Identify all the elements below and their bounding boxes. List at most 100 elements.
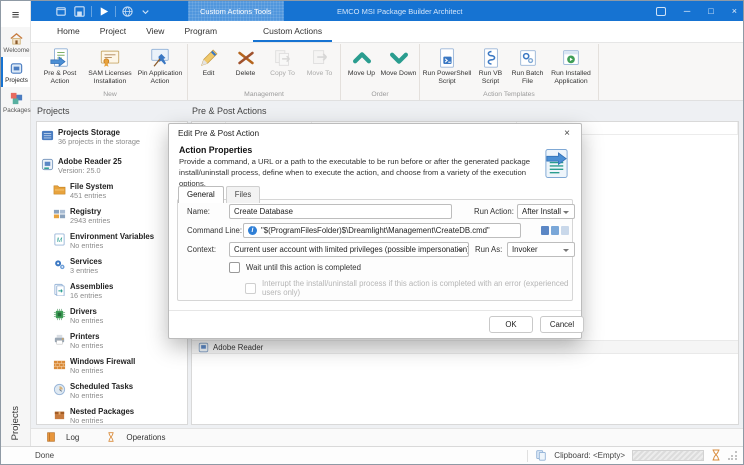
ok-button[interactable]: OK (489, 316, 533, 333)
activity-footer: Projects (1, 406, 30, 440)
tree-item-environment-variables[interactable]: MEnvironment VariablesNo entries (51, 229, 185, 254)
sam-licenses-installation-button[interactable]: SAM Licenses Installation (85, 44, 135, 86)
storage-icon (41, 128, 54, 147)
run-vb-icon (480, 46, 502, 70)
run-action-select[interactable]: After Install (517, 204, 575, 219)
status-separator (527, 450, 528, 462)
sidebar-item-packages[interactable]: Packages (1, 87, 30, 117)
tree-item-assemblies[interactable]: Assemblies16 entries (51, 279, 185, 304)
tree-item-adobe-reader-25[interactable]: Adobe Reader 25Version: 25.0 (39, 154, 185, 179)
ribbon-options-icon[interactable] (656, 7, 666, 16)
pin-application-action-button[interactable]: Pin Application Action (135, 44, 185, 86)
name-input[interactable]: Create Database (229, 204, 452, 219)
interrupt-checkbox (245, 283, 256, 294)
ribbon-group-action-templates: Run PowerShell ScriptRun VB ScriptRun Ba… (420, 44, 599, 100)
interrupt-checkbox-row: Interrupt the install/uninstall process … (245, 279, 581, 297)
printers-icon (53, 332, 66, 351)
resize-grip[interactable] (728, 451, 737, 460)
move-down-button[interactable]: Move Down (380, 44, 417, 78)
tree-item-nested-packages[interactable]: Nested PackagesNo entries (51, 404, 185, 425)
run-batch-file-button[interactable]: Run Batch File (509, 44, 546, 86)
qat-separator (115, 6, 116, 17)
ribbon-group-buttons: Pre & Post ActionSAM Licenses Installati… (35, 44, 185, 91)
project-icon (41, 157, 54, 176)
close-button[interactable]: × (732, 6, 737, 16)
command-line-value: "$(ProgramFilesFolder)$\Dreamlight\Manag… (261, 226, 490, 235)
run-installed-application-button[interactable]: Run Installed Application (546, 44, 596, 86)
menu-hamburger-icon[interactable]: ≡ (1, 1, 30, 27)
tree-item-label: Assemblies (70, 282, 113, 291)
qat-customize-icon[interactable] (139, 5, 152, 18)
move-up-button[interactable]: Move Up (343, 44, 380, 78)
tree-item-detail: No entries (70, 341, 103, 350)
run-powershell-script-button[interactable]: Run PowerShell Script (422, 44, 472, 86)
sidebar-item-welcome[interactable]: Welcome (1, 27, 30, 57)
wait-checkbox[interactable] (229, 262, 240, 273)
move-down-icon (388, 46, 410, 70)
edit-pre-post-action-dialog: Edit Pre & Post Action × Action Properti… (168, 123, 582, 339)
run-installed-icon (560, 46, 582, 70)
tab-program[interactable]: Program (174, 21, 227, 42)
run-as-select[interactable]: Invoker (507, 242, 575, 257)
command-line-input[interactable]: i "$(ProgramFilesFolder)$\Dreamlight\Man… (243, 223, 521, 238)
browse-file-icon[interactable] (551, 226, 559, 235)
run-icon[interactable] (97, 5, 110, 18)
adobe-reader-icon (198, 342, 209, 353)
assemblies-icon (53, 282, 66, 301)
maximize-button[interactable]: □ (708, 6, 713, 16)
sidebar-item-projects[interactable]: Projects (1, 57, 30, 87)
windows-firewall-icon (53, 357, 66, 376)
contextual-tab-header: Custom Actions Tools (188, 1, 284, 21)
tree-item-text: File System451 entries (70, 182, 113, 200)
cancel-button[interactable]: Cancel (540, 316, 584, 333)
run-vb-script-button[interactable]: Run VB Script (472, 44, 509, 86)
tree-item-detail: 16 entries (70, 291, 113, 300)
tab-view[interactable]: View (136, 21, 174, 42)
minimize-button[interactable]: ─ (684, 6, 690, 16)
interrupt-checkbox-label: Interrupt the install/uninstall process … (262, 279, 581, 297)
tree-item-projects-storage[interactable]: Projects Storage36 projects in the stora… (39, 125, 185, 150)
ribbon-group-buttons: EditDeleteCopy ToMove To (190, 44, 338, 91)
dialog-tab-general[interactable]: General (178, 186, 224, 203)
new-package-icon[interactable] (55, 5, 68, 18)
dialog-close-icon[interactable]: × (562, 128, 572, 139)
save-package-icon[interactable] (73, 5, 86, 18)
actions-group-row[interactable]: Adobe Reader (192, 340, 738, 354)
dialog-description: Provide a command, a URL or a path to th… (179, 157, 547, 189)
ribbon-button-label: Move Up (348, 70, 375, 78)
tree-item-windows-firewall[interactable]: Windows FirewallNo entries (51, 354, 185, 379)
dialog-title-bar[interactable]: Edit Pre & Post Action × (169, 124, 581, 142)
ribbon-tab-strip: HomeProjectViewProgram Custom Actions (31, 21, 743, 43)
welcome-icon (3, 31, 30, 46)
ribbon: Pre & Post ActionSAM Licenses Installati… (31, 43, 743, 101)
tree-item-services[interactable]: Services3 entries (51, 254, 185, 279)
drivers-icon (53, 307, 66, 326)
info-icon: i (248, 226, 257, 235)
tree-item-scheduled-tasks[interactable]: Scheduled TasksNo entries (51, 379, 185, 404)
tree-item-label: Environment Variables (70, 232, 154, 241)
tree-item-detail: No entries (70, 416, 134, 425)
pre-post-action-button[interactable]: Pre & Post Action (35, 44, 85, 86)
tree-item-drivers[interactable]: DriversNo entries (51, 304, 185, 329)
tree-item-registry[interactable]: Registry2943 entries (51, 204, 185, 229)
dialog-tab-files[interactable]: Files (226, 186, 260, 203)
tree-item-text: Services3 entries (70, 257, 102, 275)
tab-custom-actions[interactable]: Custom Actions (253, 21, 332, 42)
delete-button[interactable]: Delete (227, 44, 264, 78)
tree-item-file-system[interactable]: File System451 entries (51, 179, 185, 204)
edit-button[interactable]: Edit (190, 44, 227, 78)
move-up-icon (351, 46, 373, 70)
insert-variable-icon[interactable] (541, 226, 549, 235)
bottom-tab-log[interactable]: Log (45, 431, 79, 445)
open-editor-icon[interactable] (561, 226, 569, 235)
title-bar: Custom Actions Tools EMCO MSI Package Bu… (31, 1, 743, 21)
run-batch-icon (517, 46, 539, 70)
ribbon-group-buttons: Move Up Move Down (343, 44, 417, 91)
tab-home[interactable]: Home (47, 21, 90, 42)
tab-project[interactable]: Project (90, 21, 136, 42)
tree-item-printers[interactable]: PrintersNo entries (51, 329, 185, 354)
context-select[interactable]: Current user account with limited privil… (229, 242, 469, 257)
bottom-tab-operations[interactable]: Operations (105, 431, 165, 445)
dialog-tabs: GeneralFiles (178, 186, 262, 203)
globe-icon[interactable] (121, 5, 134, 18)
